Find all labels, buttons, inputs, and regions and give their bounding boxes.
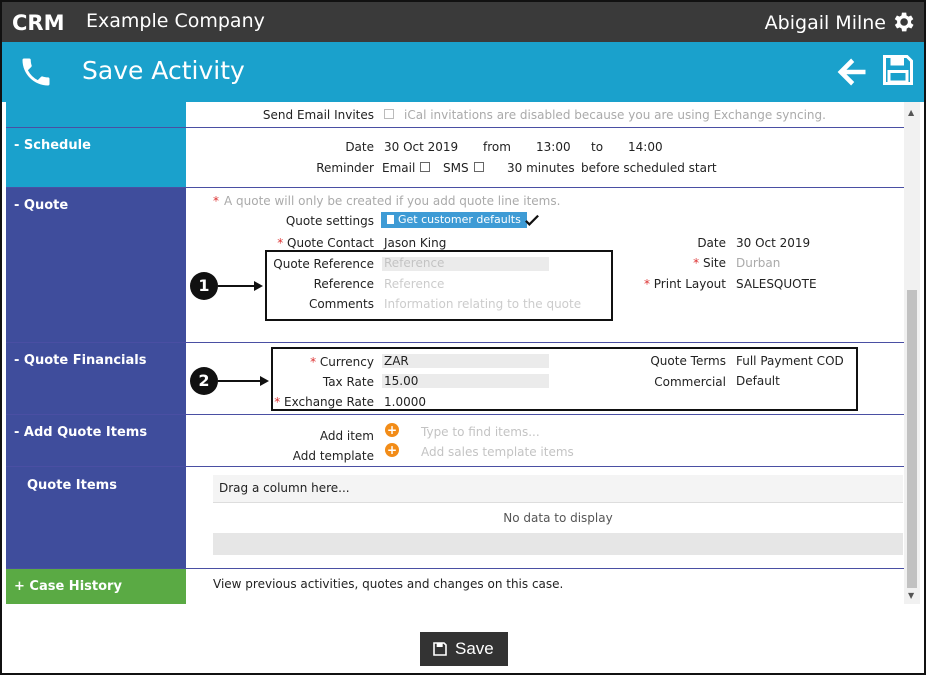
add-item-plus-icon[interactable]: + (385, 423, 399, 437)
footer-bar: Save (2, 604, 924, 673)
case-history-title: + Case History (14, 579, 122, 594)
user-name[interactable]: Abigail Milne (765, 12, 886, 34)
title-bar: Save Activity (2, 42, 924, 102)
print-layout-label-text: Print Layout (653, 277, 726, 291)
section-invites: Send Email Invites iCal invitations are … (6, 102, 904, 128)
site-label-text: Site (702, 256, 726, 270)
callout-badge-1: 1 (190, 272, 218, 300)
add-template-label: Add template (292, 449, 374, 463)
sms-label: SMS (443, 161, 469, 175)
to-label: to (591, 140, 604, 154)
quote-date-label: Date (697, 236, 726, 250)
financials-title: - Quote Financials (14, 353, 147, 368)
before-start-label: before scheduled start (581, 161, 717, 175)
invites-sidebar (6, 102, 186, 127)
callout-box-2 (271, 347, 858, 411)
schedule-sidebar[interactable]: - Schedule (6, 128, 186, 187)
add-item-label: Add item (319, 429, 374, 443)
from-label: from (483, 140, 511, 154)
phone-icon (22, 58, 50, 86)
schedule-date-value[interactable]: 30 Oct 2019 (384, 140, 458, 154)
get-customer-defaults-button[interactable]: Get customer defaults (381, 212, 527, 228)
gear-icon[interactable] (890, 9, 916, 35)
crm-logo: CRM (12, 11, 64, 33)
quote-items-sidebar: Quote Items (6, 467, 186, 568)
reminder-label: Reminder (316, 161, 374, 175)
scroll-thumb[interactable] (907, 290, 917, 588)
section-case-history: + Case History View previous activities,… (6, 569, 904, 604)
email-checkbox[interactable] (420, 162, 430, 172)
save-button[interactable]: Save (420, 632, 508, 666)
section-schedule: - Schedule Date 30 Oct 2019 from 13:00 t… (6, 128, 904, 188)
schedule-date-label: Date (345, 140, 374, 154)
quote-note: A quote will only be created if you add … (224, 194, 561, 208)
case-history-sidebar[interactable]: + Case History (6, 569, 186, 604)
grid-group-panel[interactable]: Drag a column here... (213, 475, 903, 503)
save-icon (433, 642, 447, 656)
reminder-minutes[interactable]: 30 minutes (507, 161, 575, 175)
print-layout-value[interactable]: SALESQUOTE (736, 277, 817, 291)
quote-contact-label-text: Quote Contact (287, 236, 374, 250)
callout-badge-2: 2 (190, 367, 218, 395)
page-title: Save Activity (82, 56, 245, 85)
top-bar: CRM Example Company Abigail Milne (2, 2, 924, 42)
callout-arrow-1 (218, 285, 256, 287)
company-name: Example Company (86, 10, 265, 32)
site-value[interactable]: Durban (736, 256, 780, 270)
scroll-up-icon[interactable]: ▲ (908, 108, 914, 117)
financials-sidebar[interactable]: - Quote Financials (6, 343, 186, 414)
quote-date-value[interactable]: 30 Oct 2019 (736, 236, 810, 250)
quote-contact-label: * Quote Contact (174, 236, 374, 250)
add-template-plus-icon[interactable]: + (385, 443, 399, 457)
send-invites-label: Send Email Invites (262, 108, 374, 122)
callout-box-1 (265, 250, 613, 321)
callout-arrow-2 (218, 380, 262, 382)
email-label: Email (382, 161, 416, 175)
quote-title: - Quote (14, 198, 69, 213)
section-quote-financials: - Quote Financials * Currency ZAR Tax Ra… (6, 343, 904, 415)
case-history-text: View previous activities, quotes and cha… (213, 577, 564, 591)
callout-arrowhead-2 (260, 376, 269, 386)
section-quote: - Quote * A quote will only be created i… (6, 188, 904, 343)
quote-contact-value[interactable]: Jason King (384, 236, 446, 250)
schedule-title: - Schedule (14, 138, 91, 153)
required-mark: * (277, 236, 284, 250)
from-time[interactable]: 13:00 (536, 140, 571, 154)
send-invites-checkbox[interactable] (384, 109, 394, 119)
form-content: Send Email Invites iCal invitations are … (6, 102, 904, 604)
checkmark-icon (525, 214, 539, 226)
save-icon[interactable] (880, 52, 916, 88)
quote-settings-label: Quote settings (285, 214, 374, 228)
back-arrow-icon[interactable] (834, 54, 870, 90)
required-mark: * (693, 256, 700, 270)
defaults-button-label: Get customer defaults (398, 213, 521, 226)
vertical-scrollbar[interactable]: ▲ ▼ (904, 102, 920, 604)
svg-text:CRM: CRM (12, 11, 64, 33)
section-quote-items: Quote Items Drag a column here... No dat… (6, 467, 904, 569)
quote-items-title: Quote Items (27, 478, 117, 493)
scroll-down-icon[interactable]: ▼ (908, 591, 914, 600)
grid-empty-message: No data to display (503, 511, 613, 525)
invites-note: iCal invitations are disabled because yo… (404, 108, 826, 122)
add-items-sidebar[interactable]: - Add Quote Items (6, 415, 186, 466)
add-item-input[interactable]: Type to find items... (421, 425, 540, 439)
required-mark: * (643, 277, 650, 291)
callout-arrowhead-1 (254, 281, 263, 291)
bookmark-icon (387, 215, 394, 224)
required-mark: * (213, 194, 219, 208)
quote-sidebar[interactable]: - Quote (6, 188, 186, 342)
add-items-title: - Add Quote Items (14, 425, 148, 440)
to-time[interactable]: 14:00 (628, 140, 663, 154)
section-add-quote-items: - Add Quote Items Add item + Type to fin… (6, 415, 904, 467)
add-template-input[interactable]: Add sales template items (421, 445, 574, 459)
sms-checkbox[interactable] (474, 162, 484, 172)
grid-footer (213, 533, 903, 555)
save-button-label: Save (455, 639, 494, 658)
